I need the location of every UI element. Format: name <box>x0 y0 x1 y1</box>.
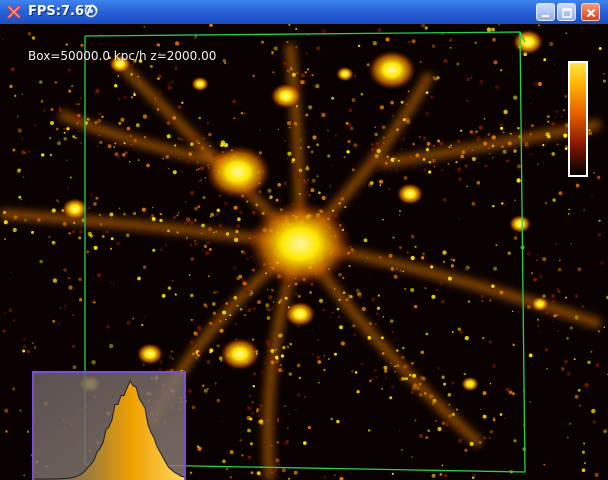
close-button[interactable] <box>581 3 600 21</box>
title-bar[interactable]: FPS:7.67 <box>0 0 608 25</box>
minimize-icon <box>542 15 549 17</box>
box-info-text: Box=50000.0 kpc/h z=2000.00 <box>28 49 217 63</box>
app-window: FPS:7.67 Box=50000.0 kpc/h z=2000.00 <box>0 0 608 480</box>
close-icon <box>586 8 596 18</box>
color-scale-bar <box>568 61 588 177</box>
maximize-button[interactable] <box>557 3 576 21</box>
spinner-icon <box>84 3 98 18</box>
density-histogram <box>32 371 186 480</box>
simulation-viewport[interactable]: Box=50000.0 kpc/h z=2000.00 <box>0 24 608 480</box>
app-icon[interactable] <box>6 4 22 20</box>
minimize-button[interactable] <box>536 3 555 21</box>
maximize-icon <box>562 8 572 18</box>
histogram-plot <box>34 373 184 480</box>
